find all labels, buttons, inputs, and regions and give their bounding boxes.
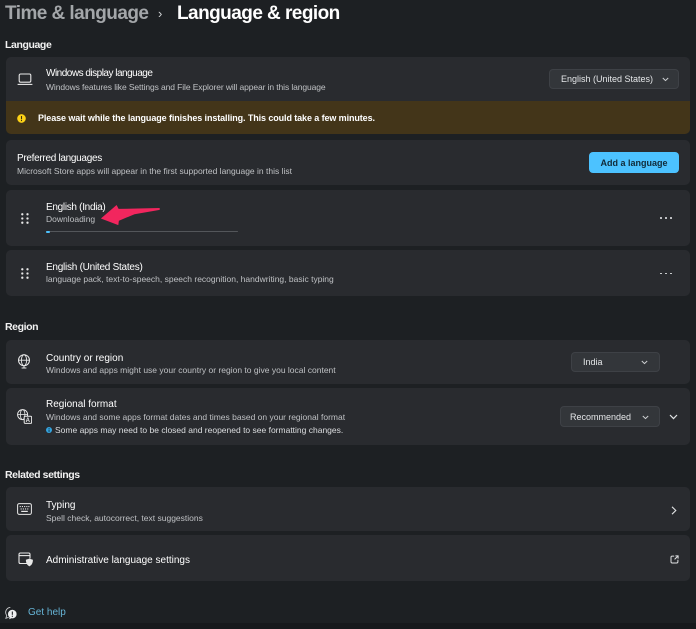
svg-text:A: A xyxy=(26,418,31,424)
